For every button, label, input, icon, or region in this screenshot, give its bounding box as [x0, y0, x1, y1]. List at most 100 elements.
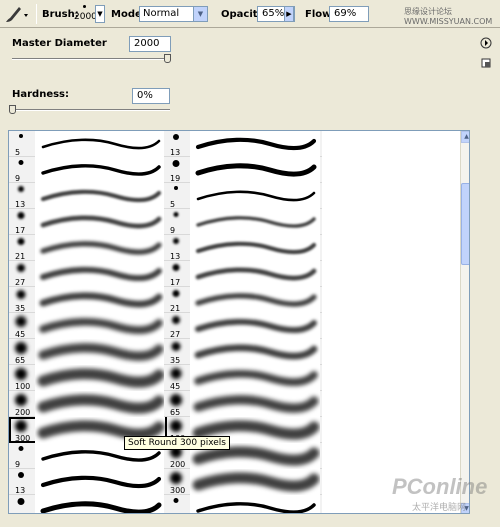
- brush-tip-dot: [18, 446, 24, 451]
- brush-stroke-preview: [190, 469, 320, 495]
- brush-preset-item[interactable]: 45: [9, 313, 167, 339]
- brush-tip-dot: [15, 368, 27, 380]
- brush-tip-dot: [173, 498, 179, 503]
- hardness-slider-thumb[interactable]: [9, 105, 16, 114]
- brush-tip-thumbnail: 21: [9, 235, 33, 261]
- brush-stroke-preview: [35, 157, 165, 183]
- brush-preset-item[interactable]: 17: [164, 261, 322, 287]
- brush-stroke-path: [41, 138, 161, 150]
- brush-tip-thumbnail: 19: [9, 495, 33, 513]
- brush-tip-thumbnail: 13: [9, 469, 33, 495]
- brush-tip-thumbnail: 13: [164, 131, 188, 157]
- brush-stroke-preview: [35, 287, 165, 313]
- brush-stroke-path: [38, 343, 164, 361]
- brush-dot-icon: [82, 5, 86, 8]
- brush-size-number: 9: [15, 460, 21, 469]
- watermark-logo: PConline: [392, 474, 488, 499]
- mode-value: Normal: [143, 8, 180, 19]
- brush-preset-item[interactable]: 65: [9, 339, 167, 365]
- brush-preset-item[interactable]: 9: [9, 157, 167, 183]
- brush-preset-item[interactable]: 100: [9, 365, 167, 391]
- brush-size-number: 27: [15, 278, 26, 287]
- brush-tip-thumbnail: 5: [9, 131, 33, 157]
- brush-preset-item[interactable]: 300: [164, 469, 322, 495]
- brush-size-number: 13: [170, 252, 181, 261]
- brush-tip-dot: [172, 160, 180, 167]
- brush-tip-thumbnail: 45: [9, 313, 33, 339]
- brush-tip-thumbnail: 45: [164, 365, 188, 391]
- brush-stroke-path: [196, 190, 316, 202]
- brush-list: 5 9 13 17 21 27 35 45 65 100 200 300 9 13 19 13 19 5 9 13 1…: [8, 130, 470, 514]
- brush-preset-item[interactable]: 13: [9, 469, 167, 495]
- brush-preset-picker[interactable]: 2000: [74, 2, 97, 25]
- hardness-field[interactable]: 0%: [132, 88, 170, 104]
- brush-tool-icon[interactable]: [2, 3, 32, 25]
- brush-preset-item[interactable]: 21: [9, 235, 167, 261]
- brush-tip-thumbnail: 13: [164, 235, 188, 261]
- brush-preset-item[interactable]: 27: [164, 313, 322, 339]
- flow-field[interactable]: 69%: [329, 6, 369, 22]
- brush-column-left: 5 9 13 17 21 27 35 45 65 100 200 300 9 13 19: [9, 131, 167, 513]
- brush-size-number: 21: [15, 252, 26, 261]
- brush-preset-item[interactable]: 200: [9, 391, 167, 417]
- panel-menu-arrow-icon[interactable]: [480, 37, 492, 49]
- brush-stroke-preview: [190, 287, 320, 313]
- brush-stroke-preview: [190, 183, 320, 209]
- brush-preset-item[interactable]: 19: [164, 157, 322, 183]
- brush-preset-item[interactable]: 9: [164, 209, 322, 235]
- flow-value: 69%: [334, 8, 357, 19]
- brush-size-number: 200: [170, 460, 186, 469]
- brush-preset-item[interactable]: 65: [164, 391, 322, 417]
- scroll-up-icon[interactable]: ▲: [461, 131, 469, 143]
- brush-dropdown-button[interactable]: ▼: [95, 5, 105, 23]
- master-diameter-slider[interactable]: [12, 58, 170, 60]
- brush-size-number: 19: [170, 174, 181, 183]
- brush-tip-dot: [173, 238, 179, 244]
- brush-stroke-preview: [35, 183, 165, 209]
- chevron-down-icon[interactable]: ▼: [193, 7, 207, 21]
- brush-tip-dot: [172, 316, 180, 324]
- master-diameter-slider-thumb[interactable]: [164, 54, 171, 63]
- brush-preset-item[interactable]: 5: [164, 183, 322, 209]
- hardness-slider[interactable]: [12, 109, 170, 111]
- brush-stroke-path: [195, 241, 317, 255]
- brush-tip-dot: [16, 290, 26, 299]
- scrollbar-thumb[interactable]: [461, 183, 469, 265]
- brush-stroke-path: [41, 450, 161, 462]
- brush-stroke-preview: [35, 339, 165, 365]
- brush-stroke-path: [40, 501, 162, 513]
- brush-stroke-preview: [190, 235, 320, 261]
- brush-tip-thumbnail: 9: [164, 495, 188, 513]
- brush-preset-item[interactable]: 27: [9, 261, 167, 287]
- brush-stroke-preview: [190, 339, 320, 365]
- brush-preset-item[interactable]: 19: [9, 495, 167, 513]
- brush-preset-item[interactable]: 9: [164, 495, 322, 513]
- brush-preset-item[interactable]: 35: [164, 339, 322, 365]
- brush-preset-item[interactable]: 13: [164, 131, 322, 157]
- brush-preset-item[interactable]: 5: [9, 131, 167, 157]
- brush-preset-item[interactable]: 35: [9, 287, 167, 313]
- mode-select[interactable]: Normal ▼: [139, 6, 208, 22]
- brush-preset-item[interactable]: 17: [9, 209, 167, 235]
- opacity-slider-button[interactable]: ▶: [284, 6, 294, 22]
- brush-stroke-path: [40, 241, 162, 255]
- brush-list-scrollbar[interactable]: ▲ ▼: [460, 131, 469, 513]
- brush-stroke-preview: [190, 131, 320, 157]
- new-preset-icon[interactable]: [480, 57, 492, 69]
- master-diameter-field[interactable]: 2000: [129, 36, 171, 52]
- brush-stroke-preview: [35, 313, 165, 339]
- opacity-value: 65%: [262, 8, 285, 19]
- brush-size-number: 35: [170, 356, 181, 365]
- brush-stroke-preview: [35, 261, 165, 287]
- brush-preset-item[interactable]: 13: [9, 183, 167, 209]
- brush-tip-thumbnail: 5: [164, 183, 188, 209]
- brush-stroke-path: [37, 368, 165, 388]
- brush-stroke-path: [195, 163, 317, 177]
- brush-preset-item[interactable]: 13: [164, 235, 322, 261]
- brush-size-number: 5: [170, 200, 176, 209]
- brush-stroke-path: [194, 344, 318, 360]
- brush-preset-item[interactable]: 21: [164, 287, 322, 313]
- brush-stroke-path: [196, 216, 316, 228]
- brush-preset-item[interactable]: 45: [164, 365, 322, 391]
- brush-size-number: 13: [15, 486, 26, 495]
